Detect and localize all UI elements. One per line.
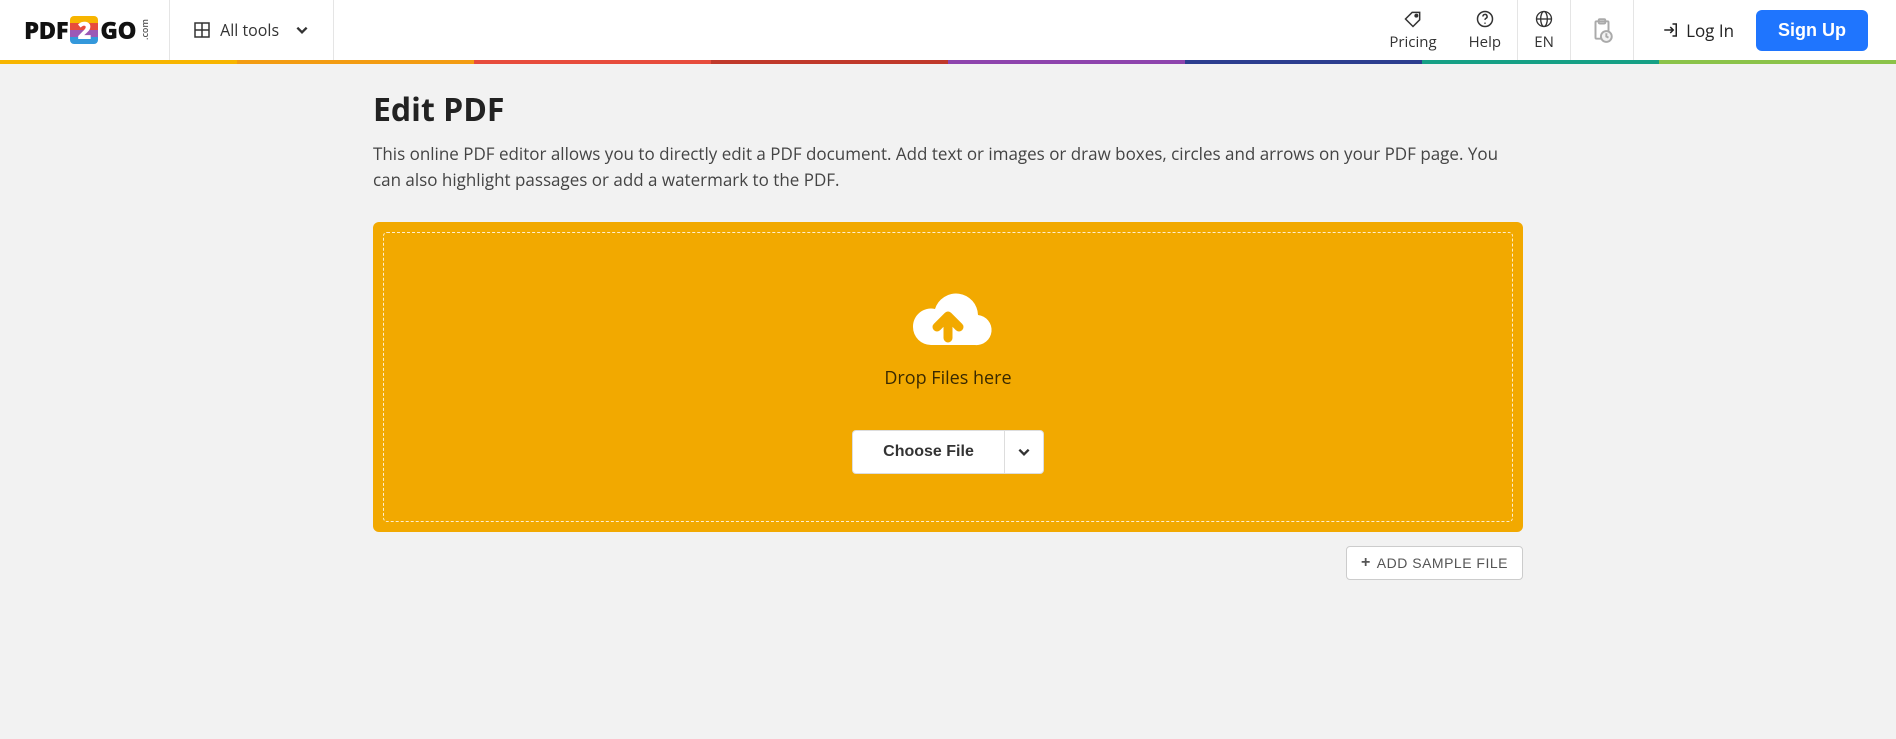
brand-pdf: PDF [24, 14, 68, 47]
signup-button[interactable]: Sign Up [1756, 10, 1868, 51]
brand-two: 2 [70, 16, 98, 44]
chevron-down-icon [1017, 445, 1031, 459]
content-container: Edit PDF This online PDF editor allows y… [373, 88, 1523, 580]
grid-icon [194, 22, 210, 38]
page-title: Edit PDF [373, 88, 1523, 131]
choose-file-dropdown[interactable] [1004, 430, 1044, 474]
nav-help[interactable]: Help [1453, 0, 1517, 60]
login-link[interactable]: Log In [1662, 19, 1734, 42]
login-icon [1662, 21, 1680, 39]
dropzone-inner: Drop Files here Choose File [383, 232, 1513, 522]
brand-logo: PDF 2 GO .com [24, 14, 151, 47]
nav-language-label: EN [1534, 32, 1554, 52]
all-tools-label: All tools [220, 19, 279, 41]
nav-pricing-label: Pricing [1389, 32, 1436, 52]
nav-pricing[interactable]: Pricing [1373, 0, 1452, 60]
nav-help-label: Help [1469, 32, 1501, 52]
sample-row: + ADD SAMPLE FILE [373, 546, 1523, 580]
login-label: Log In [1686, 19, 1734, 42]
page-subtitle: This online PDF editor allows you to dir… [373, 141, 1523, 194]
brand-tld: .com [138, 19, 151, 40]
cloud-upload-icon [893, 280, 1003, 360]
clipboard-history-icon [1589, 17, 1615, 43]
dropzone[interactable]: Drop Files here Choose File [373, 222, 1523, 532]
top-nav: PDF 2 GO .com All tools [0, 0, 1896, 60]
all-tools-menu[interactable]: All tools [170, 0, 334, 60]
nav-language[interactable]: EN [1518, 0, 1570, 60]
brand-go: GO [100, 14, 136, 47]
globe-icon [1534, 8, 1554, 30]
help-icon [1475, 8, 1495, 30]
drop-hint: Drop Files here [884, 366, 1011, 390]
nav-right: Pricing Help EN [1373, 0, 1896, 60]
choose-file-group: Choose File [852, 430, 1044, 474]
plus-icon: + [1361, 555, 1371, 571]
add-sample-file-label: ADD SAMPLE FILE [1377, 555, 1508, 571]
logo[interactable]: PDF 2 GO .com [0, 0, 170, 60]
nav-spacer [334, 0, 1373, 60]
chevron-down-icon [295, 23, 309, 37]
nav-history[interactable] [1570, 0, 1634, 60]
choose-file-button[interactable]: Choose File [852, 430, 1004, 474]
tag-icon [1403, 8, 1423, 30]
page-body: Edit PDF This online PDF editor allows y… [0, 64, 1896, 580]
auth-area: Log In Sign Up [1634, 0, 1896, 60]
add-sample-file-button[interactable]: + ADD SAMPLE FILE [1346, 546, 1523, 580]
